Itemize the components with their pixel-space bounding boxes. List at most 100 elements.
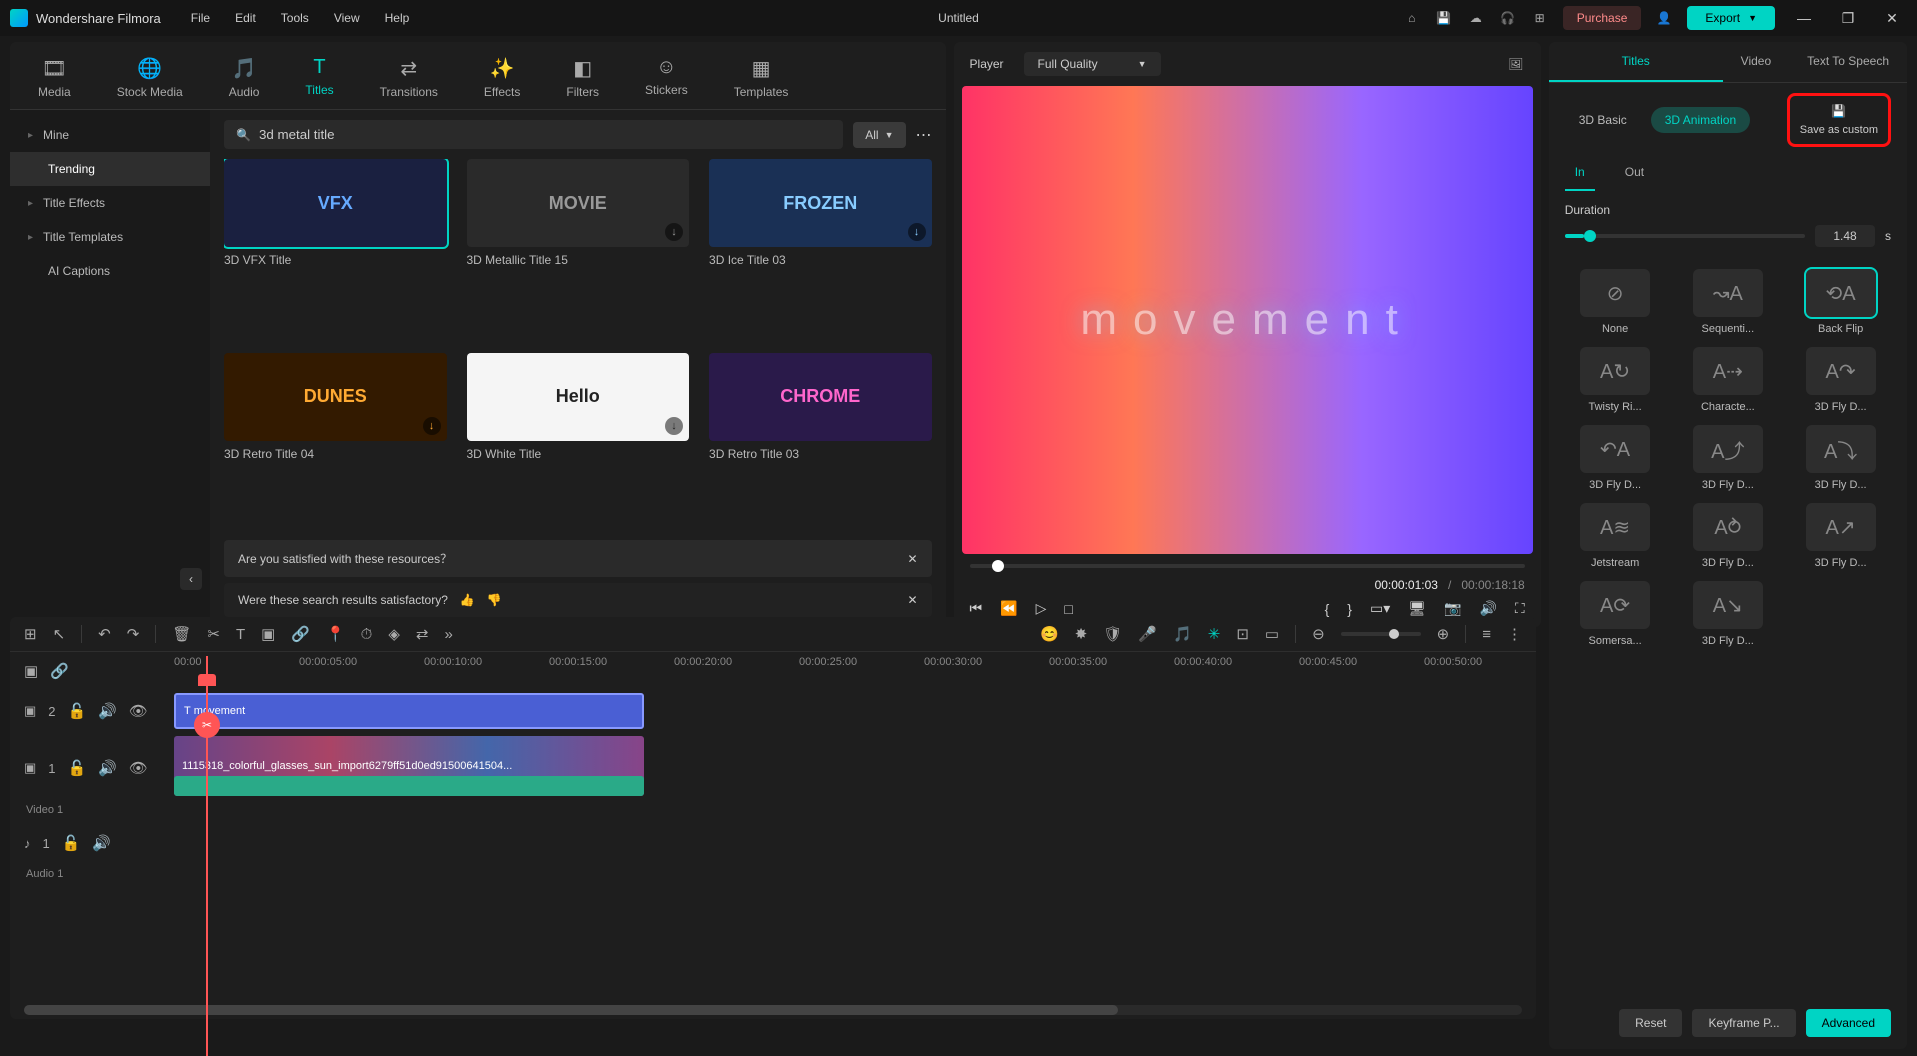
step-back-button[interactable]: ⏪ xyxy=(1000,600,1017,617)
animation-item[interactable]: A⇢Characte... xyxy=(1677,347,1778,413)
track-visible[interactable]: 👁 xyxy=(129,759,148,777)
title-thumb[interactable]: Hello↓3D White Title xyxy=(467,353,690,533)
tool-auto[interactable]: ✳ xyxy=(1208,625,1221,643)
track-lock[interactable]: 🔓 xyxy=(68,702,87,720)
thumbs-up-icon[interactable]: 👍 xyxy=(460,593,475,607)
save-as-custom-button[interactable]: 💾 Save as custom xyxy=(1787,93,1891,147)
download-icon[interactable]: ↓ xyxy=(423,417,441,435)
download-icon[interactable]: ↓ xyxy=(665,223,683,241)
animation-item[interactable]: A↘3D Fly D... xyxy=(1677,581,1778,647)
snapshot-icon[interactable]: 🖼 xyxy=(1507,55,1525,73)
sidebar-collapse[interactable]: ‹ xyxy=(180,568,202,590)
tool-tab-media[interactable]: 🎞Media xyxy=(30,50,79,109)
close-icon[interactable]: ✕ xyxy=(907,593,917,607)
minimize-button[interactable]: — xyxy=(1789,3,1819,33)
pill-3d-basic[interactable]: 3D Basic xyxy=(1565,107,1641,133)
menu-edit[interactable]: Edit xyxy=(235,11,256,25)
view-opts[interactable]: ⋮ xyxy=(1507,625,1522,643)
tool-more[interactable]: » xyxy=(445,626,453,643)
tool-tab-stock-media[interactable]: 🌐Stock Media xyxy=(109,50,191,109)
title-thumb[interactable]: FROZEN↓3D Ice Title 03 xyxy=(709,159,932,339)
stop-button[interactable]: □ xyxy=(1064,601,1072,617)
zoom-out[interactable]: ⊖ xyxy=(1312,625,1325,643)
track-mute[interactable]: 🔊 xyxy=(92,834,111,852)
track-visible[interactable]: 👁 xyxy=(129,702,148,720)
animation-item[interactable]: A⤵3D Fly D... xyxy=(1790,425,1891,491)
animation-item[interactable]: ↝ASequenti... xyxy=(1677,269,1778,335)
fullscreen-button[interactable]: ⛶ xyxy=(1515,600,1525,617)
cloud-icon[interactable]: ☁ xyxy=(1467,9,1485,27)
mark-out-button[interactable]: } xyxy=(1347,601,1352,617)
tool-link[interactable]: 🔗 xyxy=(291,625,310,643)
animation-item[interactable]: A⤴3D Fly D... xyxy=(1677,425,1778,491)
tab-tts[interactable]: Text To Speech xyxy=(1789,42,1907,82)
tool-pin[interactable]: 📍 xyxy=(326,625,345,643)
download-icon[interactable]: ↓ xyxy=(665,417,683,435)
track-lock[interactable]: 🔓 xyxy=(68,759,87,777)
tool-tab-templates[interactable]: ▦Templates xyxy=(726,50,797,109)
track-lock[interactable]: 🔓 xyxy=(62,834,81,852)
maximize-button[interactable]: ❐ xyxy=(1833,3,1863,33)
quality-select[interactable]: Full Quality▼ xyxy=(1024,52,1161,76)
close-icon[interactable]: ✕ xyxy=(907,552,917,566)
scissors-icon[interactable]: ✂ xyxy=(194,712,220,738)
keyframe-button[interactable]: Keyframe P... xyxy=(1692,1009,1795,1037)
download-icon[interactable]: ↓ xyxy=(908,223,926,241)
title-clip[interactable]: T movement xyxy=(174,693,644,729)
animation-item[interactable]: ↶A3D Fly D... xyxy=(1565,425,1666,491)
animation-item[interactable]: A↻Twisty Ri... xyxy=(1565,347,1666,413)
camera-button[interactable]: 📷 xyxy=(1444,600,1461,617)
tool-text[interactable]: T xyxy=(236,626,245,643)
tool-music[interactable]: 🎵 xyxy=(1173,625,1192,643)
tool-adjust[interactable]: ▭ xyxy=(1265,625,1279,643)
timeline-scrollbar[interactable] xyxy=(24,1005,1522,1015)
save-icon[interactable]: 💾 xyxy=(1435,9,1453,27)
duration-value[interactable]: 1.48 xyxy=(1815,225,1875,247)
preview-viewport[interactable]: movement xyxy=(962,86,1533,554)
tab-titles[interactable]: Titles xyxy=(1549,42,1723,82)
tool-group[interactable]: ⊡ xyxy=(1236,625,1249,643)
title-thumb[interactable]: VFX3D VFX Title xyxy=(224,159,447,339)
tool-ai[interactable]: 😊 xyxy=(1040,625,1059,643)
tool-speed[interactable]: ⏱ xyxy=(361,626,373,643)
tab-video[interactable]: Video xyxy=(1723,42,1789,82)
export-button[interactable]: Export▼ xyxy=(1687,6,1775,30)
audio-clip[interactable] xyxy=(174,776,644,796)
tool-tab-effects[interactable]: ✨Effects xyxy=(476,50,528,109)
track-link[interactable]: 🔗 xyxy=(50,662,69,680)
tool-shield[interactable]: 🛡 xyxy=(1103,625,1122,643)
apps-icon[interactable]: ⊞ xyxy=(1531,9,1549,27)
pill-3d-animation[interactable]: 3D Animation xyxy=(1651,107,1750,133)
tool-diamond[interactable]: ◈ xyxy=(388,625,400,643)
mark-in-button[interactable]: { xyxy=(1325,601,1330,617)
sidebar-item-mine[interactable]: ▸Mine xyxy=(10,118,210,152)
close-button[interactable]: ✕ xyxy=(1877,3,1907,33)
device-icon[interactable]: ⌂ xyxy=(1403,9,1421,27)
track-mute[interactable]: 🔊 xyxy=(98,702,117,720)
tool-crop[interactable]: ▣ xyxy=(261,625,275,643)
animation-item[interactable]: A↗3D Fly D... xyxy=(1790,503,1891,569)
animation-item[interactable]: ⊘None xyxy=(1565,269,1666,335)
title-thumb[interactable]: MOVIE↓3D Metallic Title 15 xyxy=(467,159,690,339)
tool-grid[interactable]: ⊞ xyxy=(24,625,37,643)
animation-item[interactable]: A≋Jetstream xyxy=(1565,503,1666,569)
menu-tools[interactable]: Tools xyxy=(281,11,309,25)
sidebar-item-ai-captions[interactable]: AI Captions xyxy=(10,254,210,288)
zoom-in[interactable]: ⊕ xyxy=(1437,625,1450,643)
account-icon[interactable]: 👤 xyxy=(1655,9,1673,27)
display-button[interactable]: 🖥 xyxy=(1408,600,1426,617)
menu-help[interactable]: Help xyxy=(385,11,410,25)
timeline-ruler[interactable]: ✂ 00:0000:00:05:0000:00:10:0000:00:15:00… xyxy=(174,656,1522,686)
sidebar-item-title-templates[interactable]: ▸Title Templates xyxy=(10,220,210,254)
io-tab-out[interactable]: Out xyxy=(1615,157,1654,191)
clip-options[interactable]: ▭▾ xyxy=(1370,600,1390,617)
title-thumb[interactable]: CHROME3D Retro Title 03 xyxy=(709,353,932,533)
track-mute[interactable]: 🔊 xyxy=(98,759,117,777)
tool-sync[interactable]: ⇄ xyxy=(416,625,429,643)
view-list[interactable]: ≡ xyxy=(1482,626,1491,643)
sidebar-item-trending[interactable]: Trending xyxy=(10,152,210,186)
sidebar-item-title-effects[interactable]: ▸Title Effects xyxy=(10,186,210,220)
progress-bar[interactable] xyxy=(970,564,1525,568)
more-options[interactable]: ⋯ xyxy=(916,125,932,145)
duration-slider[interactable] xyxy=(1565,234,1805,238)
